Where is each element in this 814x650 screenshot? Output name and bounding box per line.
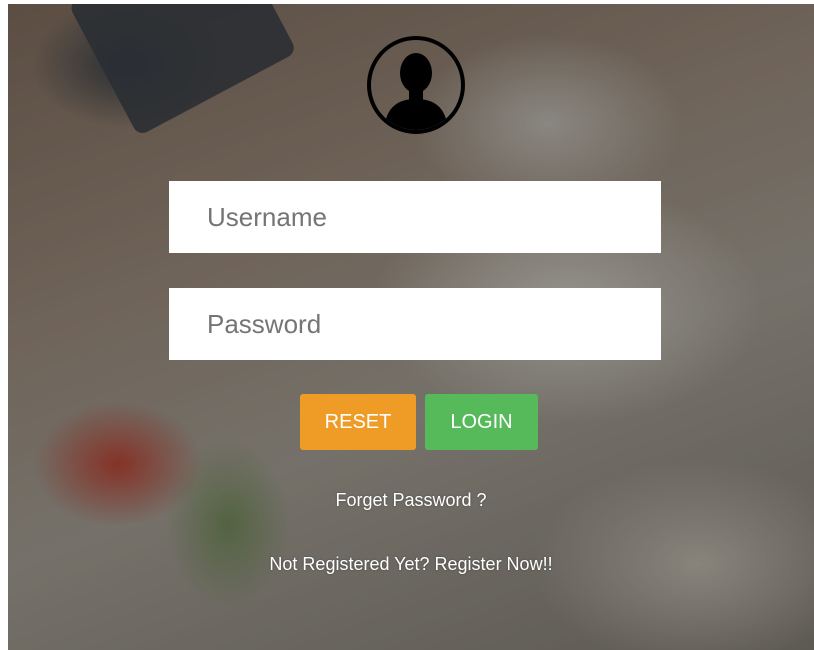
user-avatar-icon — [367, 36, 465, 134]
username-input[interactable] — [169, 181, 661, 253]
login-background: RESET LOGIN Forget Password ? Not Regist… — [8, 4, 814, 650]
login-button[interactable]: LOGIN — [425, 394, 538, 450]
register-link[interactable]: Not Registered Yet? Register Now!! — [8, 554, 814, 575]
password-input[interactable] — [169, 288, 661, 360]
reset-button[interactable]: RESET — [300, 394, 416, 450]
forgot-password-link[interactable]: Forget Password ? — [8, 490, 814, 511]
